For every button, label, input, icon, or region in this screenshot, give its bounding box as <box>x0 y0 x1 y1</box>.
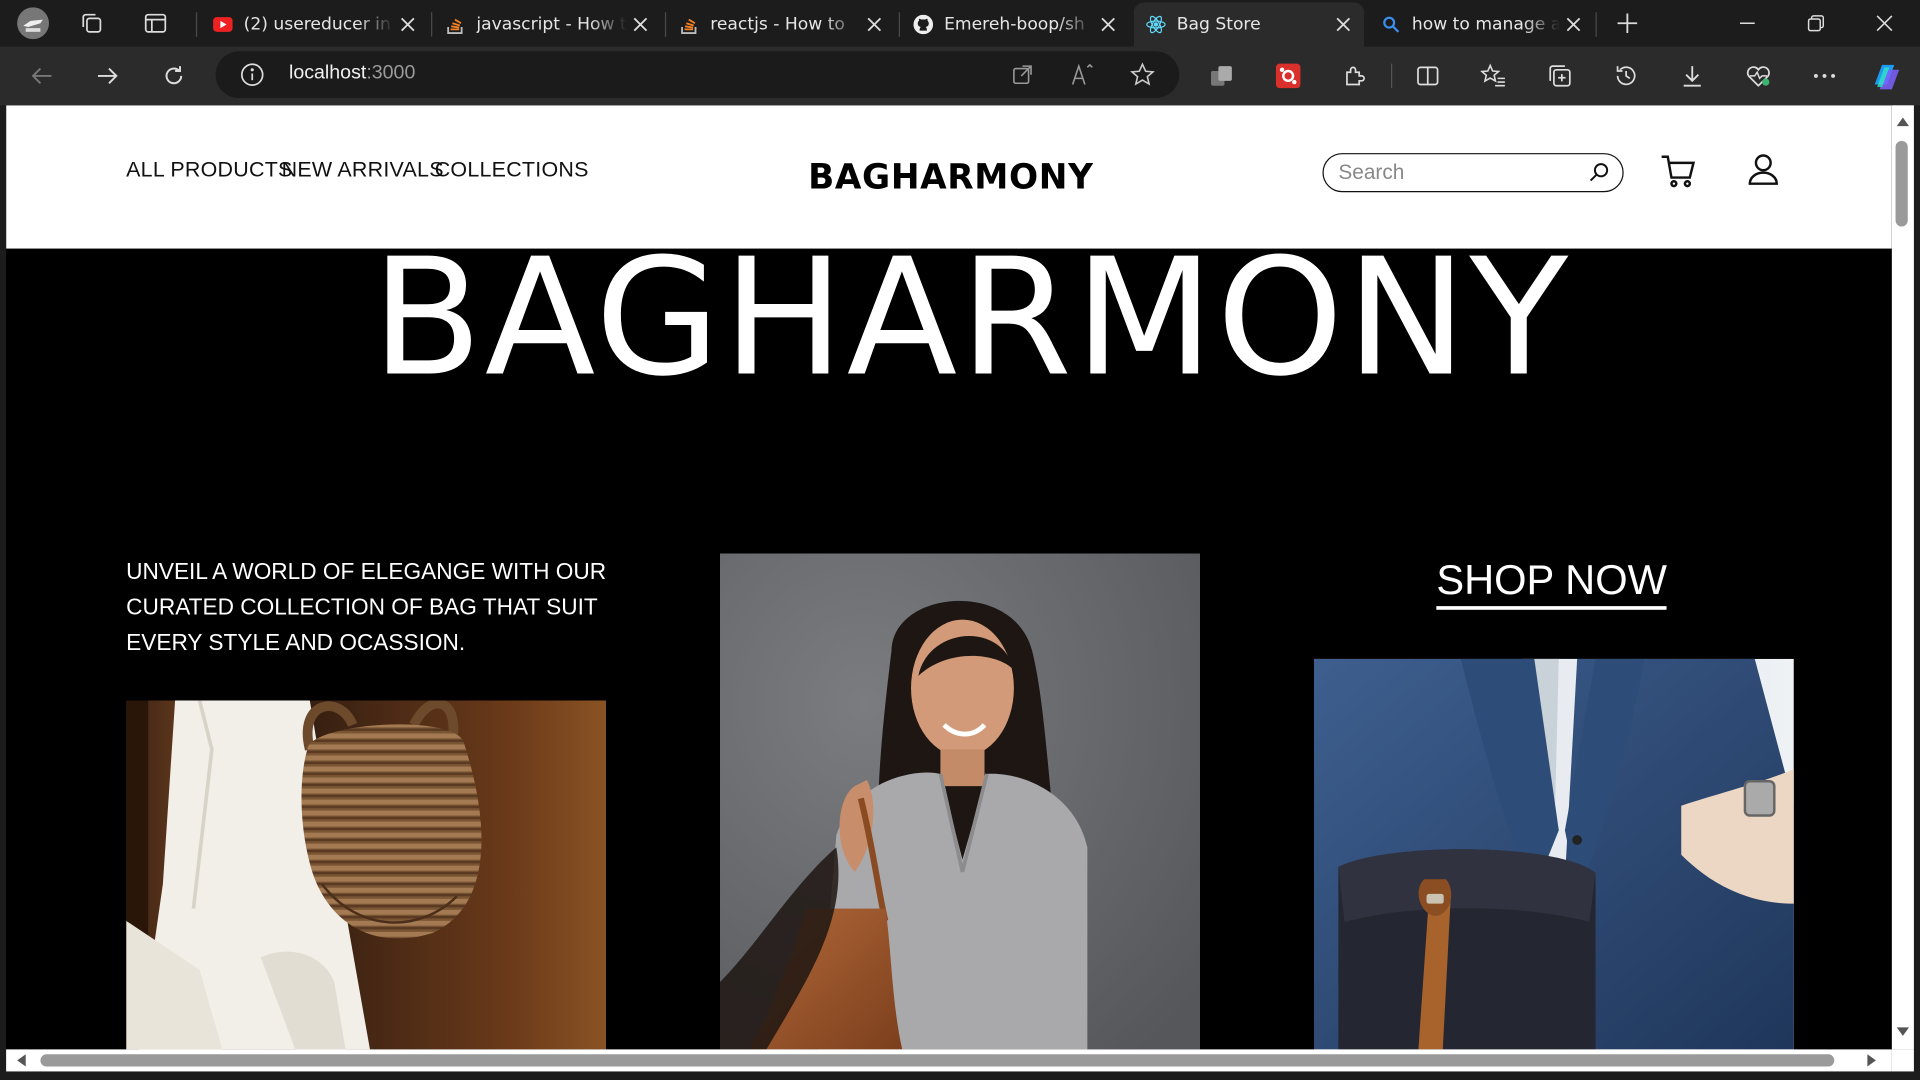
favorites-icon[interactable] <box>1474 58 1513 95</box>
copilot-icon[interactable] <box>1866 58 1905 95</box>
close-icon[interactable] <box>394 11 421 38</box>
copilot-collections-icon[interactable] <box>1202 58 1241 95</box>
browser-toolbar: localhost:3000 <box>0 46 1920 106</box>
search-icon[interactable] <box>1588 162 1610 184</box>
favorite-star-icon[interactable] <box>1130 62 1155 86</box>
tab-bag-store[interactable]: Bag Store <box>1133 2 1365 47</box>
history-icon[interactable] <box>1607 58 1646 95</box>
tab-stackoverflow-javascript[interactable]: javascript - How t <box>433 7 661 41</box>
tab-title: Bag Store <box>1176 14 1261 35</box>
back-button[interactable] <box>22 58 61 95</box>
downloads-icon[interactable] <box>1673 58 1712 95</box>
bing-search-icon <box>1383 16 1400 33</box>
refresh-button[interactable] <box>154 58 193 95</box>
url-port: :3000 <box>366 62 416 84</box>
account-icon[interactable] <box>1745 152 1782 189</box>
close-icon[interactable] <box>1330 11 1357 38</box>
more-menu-icon[interactable] <box>1805 58 1844 95</box>
tab-youtube[interactable]: (2) usereducer in <box>201 7 429 41</box>
tab-title: how to manage a <box>1411 14 1561 35</box>
scroll-right-arrow-icon[interactable] <box>1866 1053 1878 1068</box>
scrollbar-corner <box>1891 1049 1914 1072</box>
restore-icon[interactable] <box>1795 5 1837 42</box>
horizontal-scrollbar-thumb[interactable] <box>40 1054 1835 1067</box>
forward-button[interactable] <box>88 58 127 95</box>
minimize-icon[interactable] <box>1727 5 1769 42</box>
tab-actions-icon[interactable] <box>135 5 177 42</box>
vertical-scrollbar[interactable] <box>1891 105 1914 1050</box>
collections-icon[interactable] <box>1540 58 1579 95</box>
split-screen-icon[interactable] <box>1408 58 1447 95</box>
tab-title: reactjs - How to <box>710 14 845 35</box>
close-icon[interactable] <box>1560 11 1587 38</box>
straw-tote-bag-image <box>126 700 607 1050</box>
close-window-icon[interactable] <box>1864 5 1906 42</box>
open-in-app-icon[interactable] <box>1011 64 1033 86</box>
tab-title: Emereh-boop/sh <box>944 14 1085 35</box>
extensions-icon[interactable] <box>1335 58 1374 95</box>
scroll-left-arrow-icon[interactable] <box>15 1053 27 1068</box>
hero-title: BAGHARMONY <box>371 224 1571 413</box>
close-icon[interactable] <box>861 11 888 38</box>
shop-now-link[interactable]: SHOP NOW <box>1436 559 1667 610</box>
new-tab-button[interactable] <box>1607 5 1649 42</box>
close-icon[interactable] <box>627 11 654 38</box>
nav-all-products[interactable]: ALL PRODUCTS <box>126 157 292 183</box>
hero-tagline: UNVEIL A WORLD OF ELEGANGE WITH OUR CURA… <box>126 558 607 656</box>
cart-icon[interactable] <box>1659 152 1698 191</box>
tab-github[interactable]: Emereh-boop/sh <box>901 7 1129 41</box>
react-icon <box>1146 15 1166 34</box>
woman-with-leather-bag-image <box>720 553 1201 1050</box>
site-logo[interactable]: BAGHARMONY <box>808 157 1093 197</box>
workspaces-icon[interactable] <box>71 5 113 42</box>
scroll-down-arrow-icon[interactable] <box>1896 1026 1911 1038</box>
extension-red-icon[interactable] <box>1269 58 1308 95</box>
tab-stackoverflow-reactjs[interactable]: reactjs - How to <box>667 7 895 41</box>
tab-title: (2) usereducer in <box>243 14 391 35</box>
browser-essentials-icon[interactable] <box>1739 58 1778 95</box>
nav-new-arrivals[interactable]: NEW ARRIVALS <box>282 157 444 183</box>
search-input[interactable] <box>1338 157 1572 188</box>
profile-avatar[interactable] <box>12 5 54 42</box>
stackoverflow-icon <box>447 18 463 34</box>
site-info-icon[interactable] <box>240 62 264 86</box>
github-icon <box>913 14 934 35</box>
tab-bing-search[interactable]: how to manage a <box>1369 7 1594 41</box>
address-bar[interactable]: localhost:3000 <box>215 51 1180 98</box>
url-host: localhost <box>288 62 367 84</box>
tab-title: javascript - How t <box>476 14 627 35</box>
close-icon[interactable] <box>1095 11 1122 38</box>
page-viewport: ALL PRODUCTS NEW ARRIVALS COLLECTIONS BA… <box>6 105 1892 1050</box>
vertical-scrollbar-thumb[interactable] <box>1895 140 1908 227</box>
search-box <box>1322 153 1624 193</box>
stackoverflow-icon <box>681 18 697 34</box>
scroll-up-arrow-icon[interactable] <box>1896 115 1911 127</box>
nav-collections[interactable]: COLLECTIONS <box>435 157 589 183</box>
url-text[interactable]: localhost:3000 <box>289 62 415 84</box>
tab-strip: (2) usereducer in javascript - How t rea… <box>0 0 1920 47</box>
youtube-icon <box>213 17 233 32</box>
man-with-leather-briefcase-image <box>1313 658 1794 1050</box>
read-aloud-icon[interactable] <box>1070 62 1097 86</box>
